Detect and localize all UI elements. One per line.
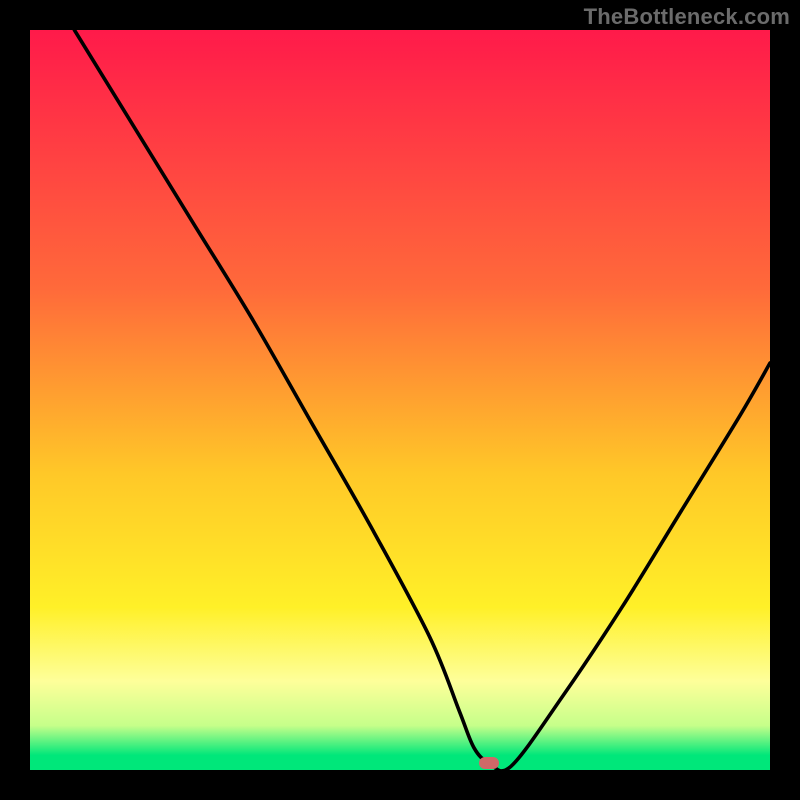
watermark-text: TheBottleneck.com xyxy=(584,4,790,30)
chart-frame: TheBottleneck.com xyxy=(0,0,800,800)
optimum-marker xyxy=(479,757,499,769)
plot-area xyxy=(30,30,770,770)
bottleneck-curve xyxy=(30,30,770,770)
